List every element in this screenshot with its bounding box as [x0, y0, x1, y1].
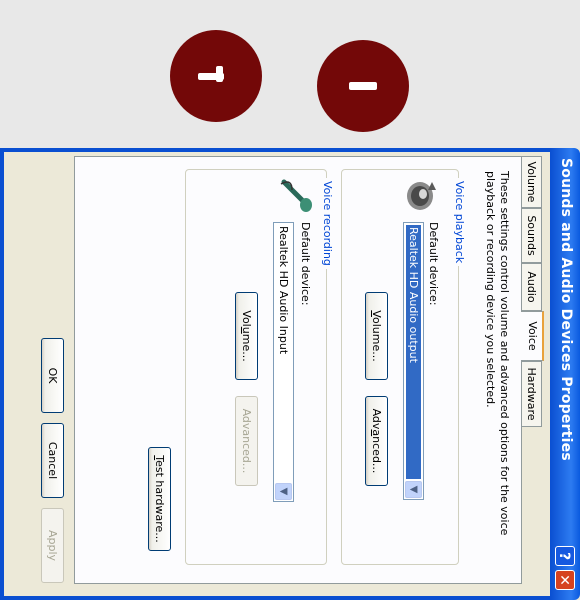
- apply-button[interactable]: Apply: [41, 508, 64, 583]
- window-title: Sounds and Audio Devices Properties: [558, 158, 574, 461]
- playback-advanced-button[interactable]: Advanced...: [365, 396, 388, 486]
- chevron-down-icon[interactable]: ▼: [275, 483, 292, 500]
- tab-hardware[interactable]: Hardware: [522, 361, 542, 427]
- cancel-button[interactable]: Cancel: [41, 423, 64, 498]
- test-hardware-button[interactable]: Test hardware...: [148, 447, 171, 551]
- chevron-down-icon[interactable]: ▼: [405, 481, 422, 498]
- help-button[interactable]: ?: [555, 546, 575, 566]
- voice-playback-label: Voice playback: [453, 178, 466, 267]
- playback-volume-button[interactable]: Volume...: [365, 292, 388, 380]
- recording-device-label: Default device:: [299, 222, 312, 306]
- description-text: These settings control volume and advanc…: [484, 171, 511, 536]
- tab-sounds[interactable]: Sounds: [522, 208, 542, 263]
- tab-audio[interactable]: Audio: [522, 263, 542, 311]
- playback-device-value: Realtek HD Audio output: [406, 225, 421, 479]
- voice-tab-panel: These settings control volume and advanc…: [74, 156, 522, 584]
- title-bar[interactable]: Sounds and Audio Devices Properties ? ✕: [550, 148, 580, 600]
- playback-device-select[interactable]: Realtek HD Audio output ▼: [403, 222, 424, 500]
- microphone-icon: [280, 179, 312, 212]
- tab-volume[interactable]: Volume: [522, 156, 542, 208]
- tab-voice[interactable]: Voice: [521, 311, 544, 361]
- recording-device-select[interactable]: Realtek HD Audio Input ▼: [273, 222, 294, 502]
- background-area: [0, 0, 580, 148]
- recording-advanced-button[interactable]: Advanced...: [235, 396, 258, 486]
- voice-playback-group: Voice playback Default device: Realtek H…: [341, 169, 466, 565]
- close-button[interactable]: ✕: [555, 570, 575, 590]
- speaker-icon: [407, 182, 436, 210]
- recording-device-value: Realtek HD Audio Input: [277, 226, 290, 355]
- sounds-audio-dialog: Sounds and Audio Devices Properties ? ✕ …: [0, 148, 580, 600]
- voice-recording-label: Voice recording: [321, 178, 334, 269]
- recording-volume-button[interactable]: Volume...: [235, 292, 258, 380]
- voice-recording-group: Voice recording Default device: Realtek …: [185, 169, 334, 565]
- dialog-stage: Sounds and Audio Devices Properties ? ✕ …: [0, 148, 580, 600]
- left-knob-icon: [170, 30, 262, 122]
- playback-device-label: Default device:: [427, 222, 440, 306]
- ok-button[interactable]: OK: [41, 338, 64, 413]
- right-knob-icon: [317, 40, 409, 132]
